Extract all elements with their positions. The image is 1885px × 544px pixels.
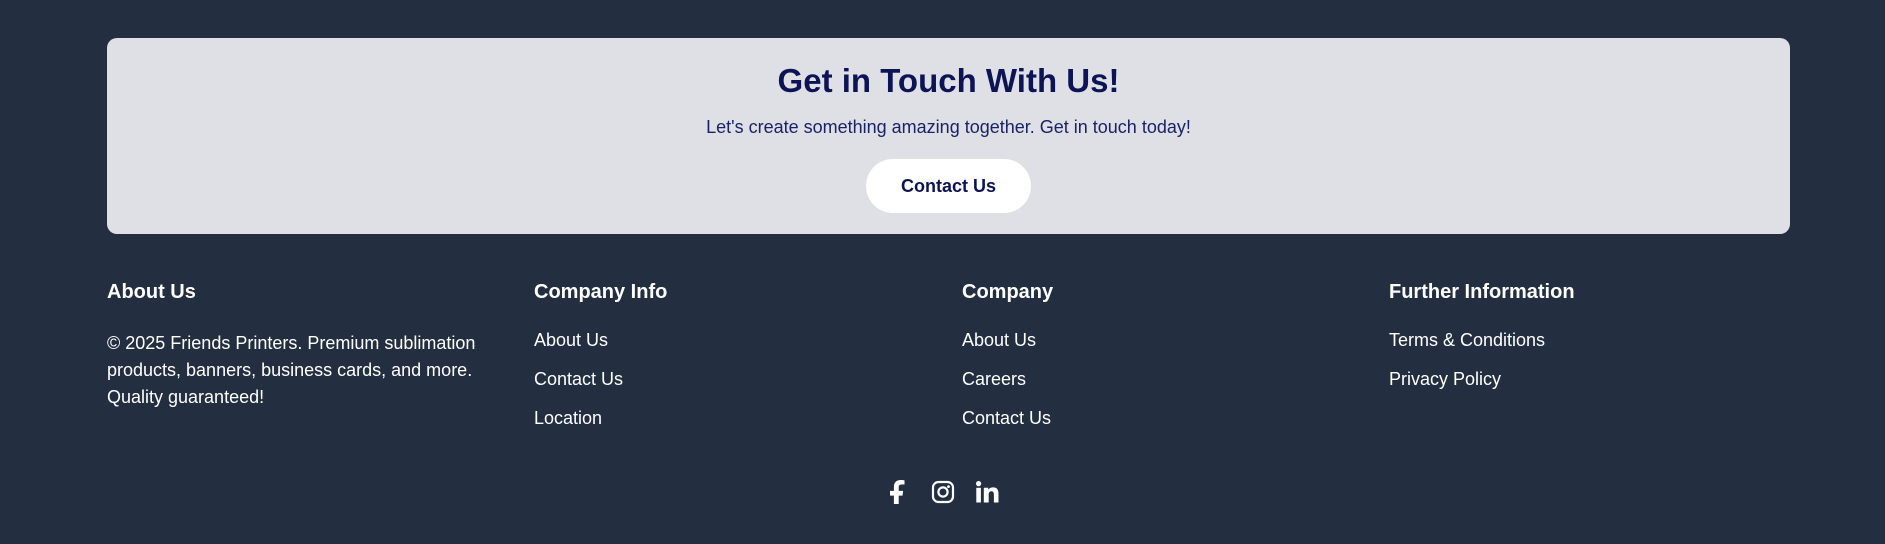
- footer-about-column: About Us © 2025 Friends Printers. Premiu…: [107, 280, 487, 411]
- contact-us-button[interactable]: Contact Us: [866, 159, 1031, 213]
- footer-link-terms[interactable]: Terms & Conditions: [1389, 330, 1545, 350]
- list-item: About Us: [534, 327, 667, 366]
- footer-further-column: Further Information Terms & Conditions P…: [1389, 280, 1575, 405]
- list-item: Privacy Policy: [1389, 366, 1575, 405]
- list-item: Careers: [962, 366, 1053, 405]
- list-item: Location: [534, 405, 667, 444]
- footer-link-contact-us[interactable]: Contact Us: [534, 369, 623, 389]
- footer-about-heading: About Us: [107, 281, 196, 303]
- social-links: [0, 479, 1885, 505]
- list-item: Contact Us: [534, 366, 667, 405]
- footer-link-about-us[interactable]: About Us: [962, 330, 1036, 350]
- footer-further-heading: Further Information: [1389, 281, 1575, 303]
- footer-link-careers[interactable]: Careers: [962, 369, 1026, 389]
- linkedin-icon[interactable]: [975, 479, 999, 505]
- footer-about-text: © 2025 Friends Printers. Premium sublima…: [107, 333, 476, 407]
- footer-company-info-list: About Us Contact Us Location: [534, 327, 667, 444]
- instagram-icon[interactable]: [931, 479, 955, 505]
- list-item: Contact Us: [962, 405, 1053, 444]
- footer-company-list: About Us Careers Contact Us: [962, 327, 1053, 444]
- footer-link-privacy[interactable]: Privacy Policy: [1389, 369, 1501, 389]
- facebook-icon[interactable]: [887, 479, 911, 505]
- footer-link-contact-us[interactable]: Contact Us: [962, 408, 1051, 428]
- cta-subtitle: Let's create something amazing together.…: [706, 117, 1191, 137]
- footer-link-location[interactable]: Location: [534, 408, 602, 428]
- footer-company-heading: Company: [962, 281, 1054, 303]
- footer-link-about-us[interactable]: About Us: [534, 330, 608, 350]
- footer-company-column: Company About Us Careers Contact Us: [962, 280, 1053, 444]
- cta-title: Get in Touch With Us!: [777, 62, 1120, 99]
- footer-company-info-heading: Company Info: [534, 281, 668, 303]
- list-item: Terms & Conditions: [1389, 327, 1575, 366]
- cta-banner: Get in Touch With Us! Let's create somet…: [107, 38, 1790, 234]
- list-item: About Us: [962, 327, 1053, 366]
- footer-further-list: Terms & Conditions Privacy Policy: [1389, 327, 1575, 405]
- footer-company-info-column: Company Info About Us Contact Us Locatio…: [534, 280, 667, 444]
